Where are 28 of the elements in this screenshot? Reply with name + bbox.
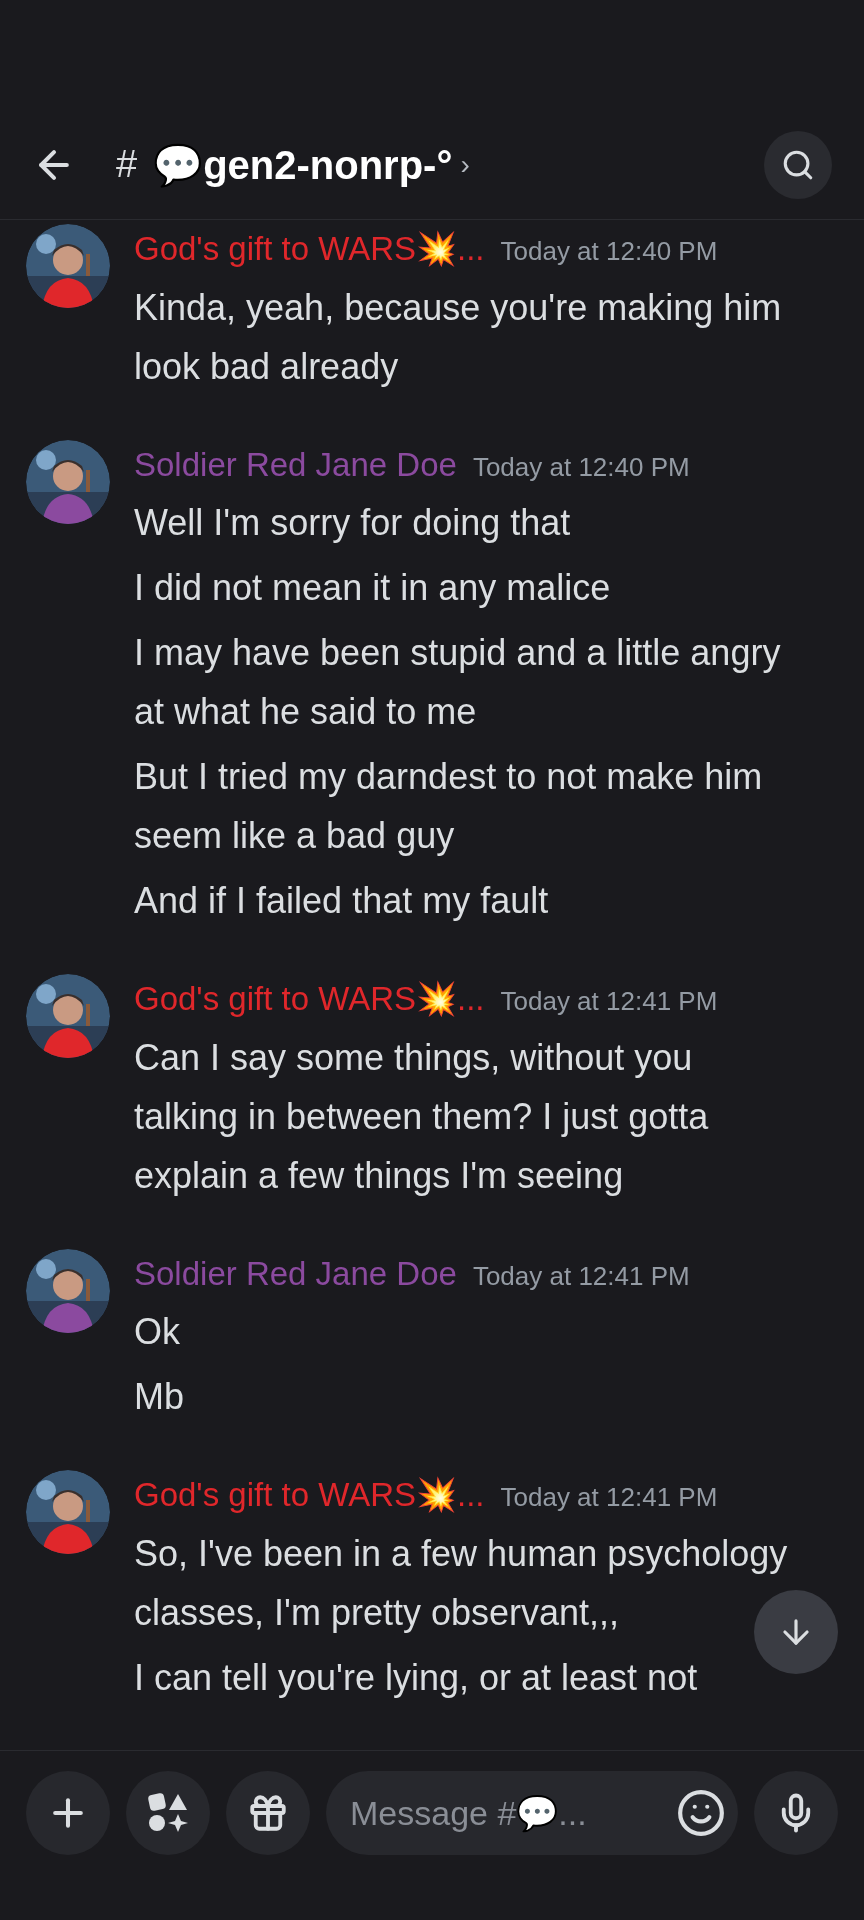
message-text: Ok <box>134 1310 180 1354</box>
message-text: But I tried my darndest to not make him seem like a bad guy <box>134 755 764 858</box>
smiley-icon[interactable] <box>676 1788 726 1838</box>
message-text: I did not mean it in any malice <box>134 566 611 610</box>
message-text: Can I say some things, without you talking in between them? I just gotta explain a few things I'm seeing <box>134 1035 710 1198</box>
chevron-icon[interactable]: › <box>460 143 470 186</box>
timestamp: Today at 12:40 PM <box>472 450 690 484</box>
message-text: Mb <box>134 1375 184 1419</box>
channel-name[interactable]: 💬gen2-nonrp-° <box>153 134 453 195</box>
timestamp: Today at 12:41 PM <box>500 1481 718 1514</box>
timestamp: Today at 12:41 PM <box>472 1259 690 1293</box>
message-text: And if I failed that my fault <box>134 879 549 923</box>
gift-icon <box>247 1792 289 1834</box>
username[interactable]: God's gift to WARS💥... <box>134 974 485 1024</box>
message-text: Kinda, yeah, because you're making him look bad already <box>134 285 783 389</box>
username[interactable]: Soldier Red Jane Doe <box>134 439 457 489</box>
message-text: I can tell you're lying, or at least not <box>134 1655 698 1700</box>
message-text: Well I'm sorry for doing that <box>134 501 571 545</box>
timestamp: Today at 12:40 PM <box>500 235 718 268</box>
hash-symbol: # <box>116 142 138 187</box>
message-field[interactable]: Message #💬... <box>326 1771 738 1855</box>
message-text: I may have been stupid and a little angry at what he said to me <box>134 631 782 734</box>
username[interactable]: God's gift to WARS💥... <box>134 1470 485 1520</box>
username[interactable]: God's gift to WARS💥... <box>134 224 485 274</box>
username[interactable]: Soldier Red Jane Doe <box>134 1248 457 1298</box>
message-input[interactable]: Message #💬... <box>350 1787 676 1839</box>
message-text: So, I've been in a few human psychology classes, I'm pretty observant,,, <box>134 1531 789 1635</box>
timestamp: Today at 12:41 PM <box>500 985 718 1018</box>
